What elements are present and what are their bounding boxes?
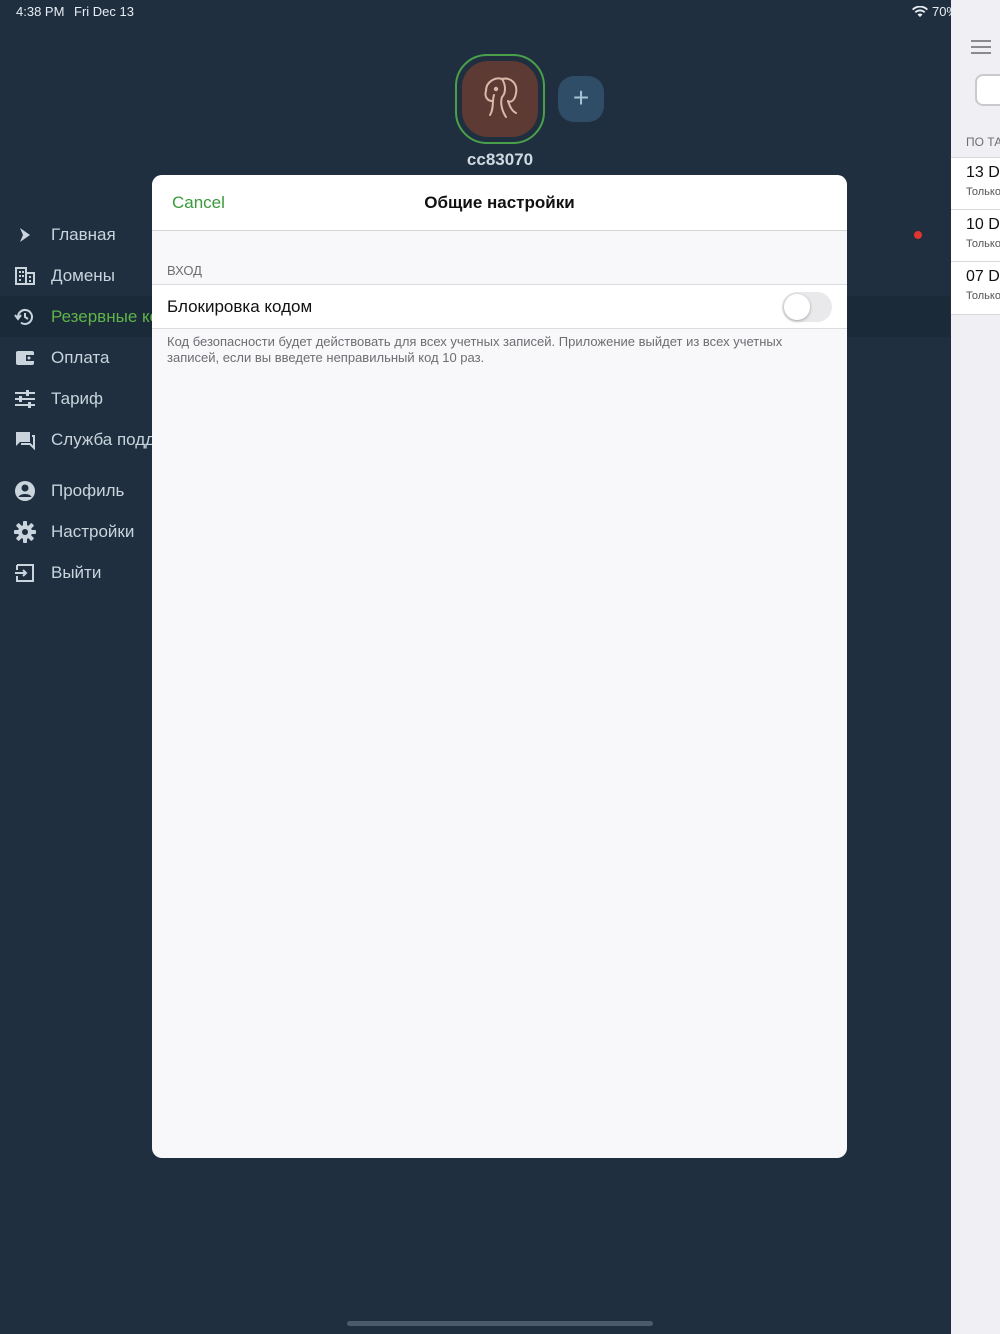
wallet-icon [12, 345, 38, 371]
wifi-icon [911, 5, 928, 17]
sliders-icon [12, 386, 38, 412]
elephant-icon [484, 77, 518, 118]
backup-type: Только [966, 290, 1000, 302]
list-item[interactable]: 10 Dec Только [951, 209, 1000, 262]
general-settings-modal: Cancel Общие настройки ВХОД Блокировка к… [152, 175, 847, 1158]
history-icon [12, 304, 38, 330]
user-icon [12, 478, 38, 504]
sidebar-item-label: Настройки [51, 521, 135, 541]
section-label: ВХОД [167, 263, 202, 278]
backup-date: 10 Dec [966, 216, 1000, 233]
building-icon [12, 263, 38, 289]
backup-date: 07 Dec [966, 268, 1000, 285]
backups-panel: ПО ТАРИФУ 13 Dec Только 10 Dec Только 07… [951, 0, 1000, 1334]
passcode-lock-toggle[interactable] [782, 292, 832, 322]
passcode-lock-cell: Блокировка кодом [152, 284, 847, 329]
passcode-lock-label: Блокировка кодом [167, 297, 313, 316]
section-header: ПО ТАРИФУ [966, 135, 1000, 149]
list-item[interactable]: 07 Dec Только [951, 261, 1000, 315]
logout-icon [12, 560, 38, 586]
home-indicator[interactable] [347, 1321, 653, 1326]
sidebar-item-label: Тариф [51, 388, 104, 408]
section-footer: Код безопасности будет действовать для в… [167, 334, 783, 365]
status-date: Fri Dec 13 [74, 4, 134, 19]
list-item[interactable]: 13 Dec Только [951, 157, 1000, 210]
backup-date: 13 Dec [966, 164, 1000, 181]
chat-icon [12, 427, 38, 453]
menu-icon[interactable] [971, 40, 991, 58]
modal-header: Cancel Общие настройки [152, 175, 847, 231]
avatar [462, 61, 538, 137]
sidebar-item-label: Оплата [51, 347, 110, 367]
account-name: cc83070 [466, 150, 534, 169]
add-account-button[interactable]: + [558, 76, 604, 122]
status-bar: 4:38 PM Fri Dec 13 70% [0, 0, 1000, 24]
chevron-right-icon [12, 222, 38, 248]
status-time: 4:38 PM [16, 4, 65, 19]
account-avatar[interactable] [455, 54, 545, 144]
notification-dot [914, 231, 922, 239]
sidebar-item-label: Выйти [51, 562, 102, 582]
sidebar-item-label: Главная [51, 224, 116, 244]
modal-title: Общие настройки [424, 193, 575, 212]
backup-type: Только [966, 186, 1000, 198]
filter-button[interactable] [975, 74, 1000, 106]
sidebar-item-label: Домены [51, 265, 115, 285]
gear-icon [12, 519, 38, 545]
toggle-knob [784, 294, 810, 320]
sidebar-item-label: Профиль [51, 480, 125, 500]
backup-type: Только [966, 238, 1000, 250]
